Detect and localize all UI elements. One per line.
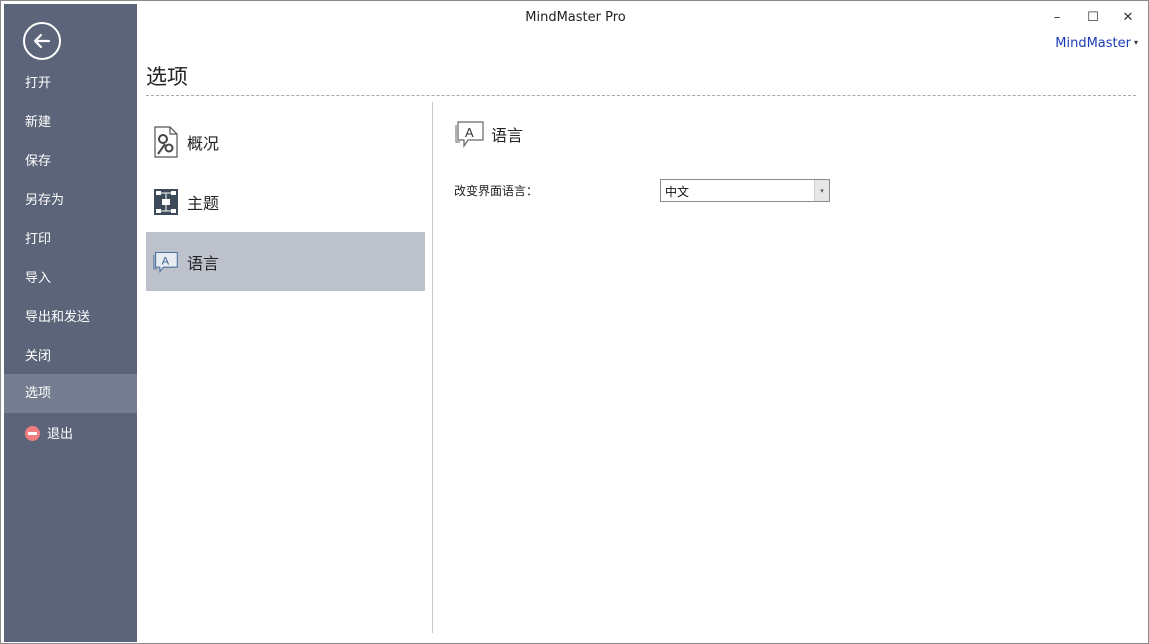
sidebar-item-label: 打开 <box>25 76 52 91</box>
sidebar-item-options[interactable]: 选项 <box>4 374 137 413</box>
sidebar-item-label: 新建 <box>25 115 52 130</box>
sidebar-item-exit[interactable]: 退出 <box>4 415 137 454</box>
sidebar-item-label: 另存为 <box>25 193 65 208</box>
back-arrow-icon <box>33 33 51 49</box>
sidebar-item-label: 打印 <box>25 232 52 247</box>
exit-icon <box>25 425 40 441</box>
page-title: 选项 <box>146 65 188 89</box>
svg-text:A: A <box>465 125 474 140</box>
back-button[interactable] <box>23 22 61 60</box>
category-theme[interactable]: 主题 <box>146 172 425 231</box>
settings-gear-icon <box>153 125 179 158</box>
sidebar-item-import[interactable]: 导入 <box>4 259 137 298</box>
sidebar-item-label: 导入 <box>25 271 52 286</box>
theme-icon <box>153 186 179 218</box>
sidebar-item-label: 导出和发送 <box>25 310 91 325</box>
account-label: MindMaster <box>1055 36 1131 51</box>
select-value: 中文 <box>665 185 690 199</box>
interface-language-label: 改变界面语言： <box>454 184 539 198</box>
sidebar-item-label: 保存 <box>25 154 52 169</box>
category-language[interactable]: A 语言 <box>146 232 425 291</box>
minimize-icon: – <box>1053 9 1061 25</box>
sidebar-item-save-as[interactable]: 另存为 <box>4 181 137 220</box>
sidebar-item-export-send[interactable]: 导出和发送 <box>4 298 137 337</box>
category-overview[interactable]: 概况 <box>146 112 425 171</box>
language-section-header: A 语言 <box>455 119 523 149</box>
maximize-button[interactable]: ☐ <box>1080 6 1106 28</box>
app-window: 打开 新建 保存 另存为 打印 导入 导出和发送 关闭 选项 退出 MindMa… <box>0 0 1149 644</box>
close-icon: ✕ <box>1122 9 1134 25</box>
sidebar-item-open[interactable]: 打开 <box>4 64 137 103</box>
sidebar-item-label: 关闭 <box>25 349 52 364</box>
account-menu[interactable]: MindMaster ▾ <box>1055 36 1138 51</box>
sidebar-item-new[interactable]: 新建 <box>4 103 137 142</box>
close-button[interactable]: ✕ <box>1115 6 1141 28</box>
language-icon: A <box>455 119 485 149</box>
maximize-icon: ☐ <box>1087 9 1099 25</box>
language-icon: A <box>153 246 179 278</box>
interface-language-select[interactable]: 中文 ▾ <box>660 179 830 202</box>
backstage-sidebar: 打开 新建 保存 另存为 打印 导入 导出和发送 关闭 选项 退出 <box>4 4 137 642</box>
category-label: 概况 <box>187 133 220 153</box>
sidebar-item-label: 选项 <box>25 386 52 401</box>
sidebar-item-close[interactable]: 关闭 <box>4 337 137 376</box>
sidebar-item-save[interactable]: 保存 <box>4 142 137 181</box>
category-label: 主题 <box>187 193 220 213</box>
svg-text:A: A <box>162 255 170 267</box>
minimize-button[interactable]: – <box>1044 6 1070 28</box>
chevron-down-icon: ▾ <box>1133 38 1138 47</box>
panel-divider <box>432 102 433 633</box>
sidebar-item-print[interactable]: 打印 <box>4 220 137 259</box>
window-title: MindMaster Pro <box>525 10 626 25</box>
header-divider <box>146 95 1136 96</box>
category-label: 语言 <box>187 253 220 273</box>
chevron-down-icon: ▾ <box>814 180 829 201</box>
section-title: 语言 <box>491 126 524 145</box>
sidebar-item-label: 退出 <box>47 427 74 442</box>
